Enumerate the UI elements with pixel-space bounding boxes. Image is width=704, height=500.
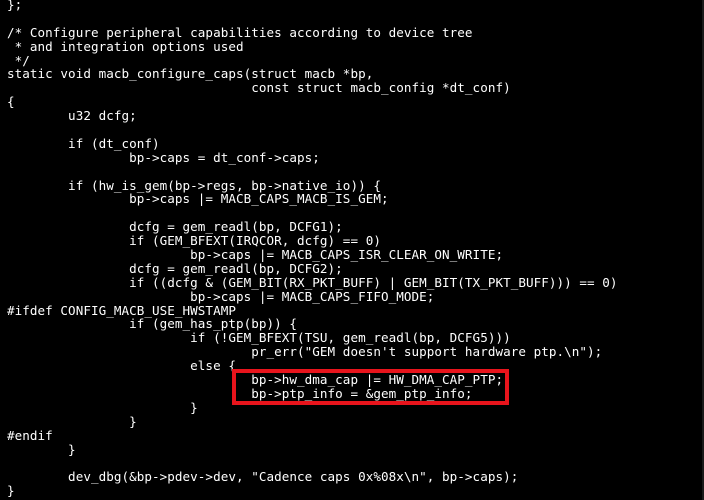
code-line: bp->caps |= MACB_CAPS_FIFO_MODE; [7,288,435,304]
code-line: } [7,483,15,499]
code-line: if (!GEM_BFEXT(TSU, gem_readl(bp, DCFG5)… [7,330,511,346]
code-line: } [7,413,137,429]
preprocessor-directive: #endif [7,427,53,443]
code-line: dcfg = gem_readl(bp, DCFG2); [7,260,343,276]
highlighted-code-line: bp->ptp_info = &gem_ptp_info; [7,385,473,401]
code-line: { [7,94,15,110]
preprocessor-directive: #ifdef CONFIG_MACB_USE_HWSTAMP [7,302,236,318]
code-line: }; [7,0,23,12]
code-line: else { [7,358,236,374]
code-comment: * and integration options used [7,38,244,54]
code-line: u32 dcfg; [7,108,137,124]
code-line: dev_dbg(&bp->pdev->dev, "Cadence caps 0x… [7,469,519,485]
highlighted-code-line: bp->hw_dma_cap |= HW_DMA_CAP_PTP; [7,372,504,388]
code-line: if (hw_is_gem(bp->regs, bp->native_io)) … [7,177,381,193]
code-comment: */ [7,52,30,68]
terminal-window[interactable]: }; /* Configure peripheral capabilities … [0,0,704,500]
code-view: }; /* Configure peripheral capabilities … [7,0,618,498]
function-signature: const struct macb_config *dt_conf) [7,80,511,96]
code-line: } [7,399,198,415]
code-line: pr_err("GEM doesn't support hardware ptp… [7,344,603,360]
code-line: if (gem_has_ptp(bp)) { [7,316,298,332]
code-line: if (dt_conf) [7,135,160,151]
code-line: if ((dcfg & (GEM_BIT(RX_PKT_BUFF) | GEM_… [7,274,618,290]
code-line: bp->caps = dt_conf->caps; [7,149,320,165]
code-line: } [7,441,76,457]
function-signature: static void macb_configure_caps(struct m… [7,66,374,82]
code-line: if (GEM_BFEXT(IRQCOR, dcfg) == 0) [7,233,381,249]
code-line: dcfg = gem_readl(bp, DCFG1); [7,219,343,235]
code-line: bp->caps |= MACB_CAPS_MACB_IS_GEM; [7,191,389,207]
code-line: bp->caps |= MACB_CAPS_ISR_CLEAR_ON_WRITE… [7,247,504,263]
code-comment: /* Configure peripheral capabilities acc… [7,24,473,40]
